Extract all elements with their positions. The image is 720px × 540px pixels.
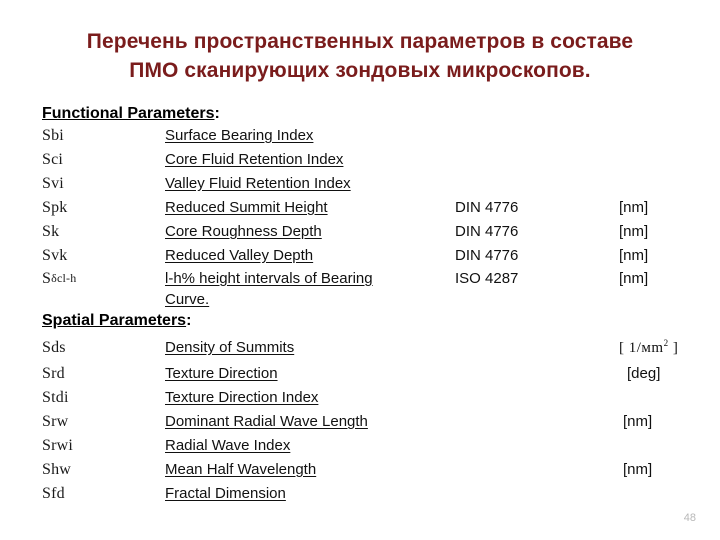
section-heading-functional-text: Functional Parameters	[42, 105, 215, 122]
parameter-symbol: Sfd	[42, 485, 65, 502]
page-number: 48	[683, 512, 696, 524]
table-row: Sk Core Roughness Depth DIN 4776 [nm]	[42, 220, 682, 244]
functional-rows: Sbi Surface Bearing Index Sci Core Fluid…	[42, 124, 682, 310]
parameter-description-text: Reduced Summit Height	[165, 199, 328, 216]
parameter-description-text: Surface Bearing Index	[165, 127, 314, 144]
parameter-description-text: Valley Fluid Retention Index	[165, 175, 351, 192]
parameter-symbol: Sds	[42, 339, 66, 356]
title-line-1: Перечень пространственных параметров в с…	[86, 30, 634, 53]
parameter-symbol: Srd	[42, 365, 65, 382]
parameter-symbol: Sδcl-h	[42, 268, 165, 289]
parameter-list: Functional Parameters: Sbi Surface Beari…	[42, 103, 682, 506]
table-row: Sds Density of Summits [ 1/мm2 ]	[42, 331, 682, 356]
parameter-description: Texture Direction	[165, 362, 455, 386]
parameter-description-text: Fractal Dimension	[165, 485, 286, 502]
parameter-description: Reduced Valley Depth	[165, 244, 455, 268]
parameter-description-text: Texture Direction Index	[165, 389, 319, 406]
parameter-description-text: Mean Half Wavelength	[165, 461, 317, 478]
parameter-unit: [nm]	[623, 461, 653, 478]
title-line-2: ПМО сканирующих зондовых микроскопов.	[129, 59, 591, 82]
parameter-description-text: Radial Wave Index	[165, 437, 291, 454]
table-row: Srd Texture Direction [deg]	[42, 362, 682, 386]
parameter-description: Core Roughness Depth	[165, 220, 455, 244]
spatial-rows: Sds Density of Summits [ 1/мm2 ] Srd Tex…	[42, 331, 682, 506]
parameter-description: Dominant Radial Wave Length	[165, 410, 455, 434]
parameter-symbol: Sci	[42, 151, 64, 168]
section-heading-spatial-text: Spatial Parameters	[42, 312, 187, 329]
parameter-symbol: Svk	[42, 247, 68, 264]
parameter-unit: [nm]	[619, 223, 649, 240]
parameter-symbol: Svi	[42, 175, 64, 192]
table-row: Srwi Radial Wave Index	[42, 434, 682, 458]
parameter-standard: ISO 4287	[455, 270, 519, 287]
parameter-symbol: Sk	[42, 223, 60, 240]
parameter-unit: [nm]	[619, 199, 649, 216]
parameter-description: Mean Half Wavelength	[165, 458, 455, 482]
parameter-description-text: Core Fluid Retention Index	[165, 151, 344, 168]
parameter-symbol: Spk	[42, 199, 68, 216]
table-row: Sfd Fractal Dimension	[42, 482, 682, 506]
parameter-description: Core Fluid Retention Index	[165, 148, 455, 172]
section-heading-spatial-colon: :	[186, 312, 192, 329]
parameter-description: Density of Summits	[165, 336, 455, 360]
parameter-description: l-h% height intervals of Bearing Curve.	[165, 268, 455, 310]
parameter-symbol: Srwi	[42, 437, 74, 454]
table-row: Sδcl-h l-h% height intervals of Bearing C…	[42, 268, 682, 310]
parameter-description: Surface Bearing Index	[165, 124, 455, 148]
parameter-standard: DIN 4776	[455, 247, 519, 264]
parameter-symbol: Srw	[42, 413, 69, 430]
parameter-unit: [nm]	[619, 247, 649, 264]
section-heading-functional: Functional Parameters:	[42, 103, 682, 124]
parameter-symbol-subscript: δcl-h	[51, 271, 77, 285]
parameter-unit: [ 1/мm2 ]	[619, 338, 679, 356]
section-heading-spatial: Spatial Parameters:	[42, 310, 682, 331]
parameter-description: Radial Wave Index	[165, 434, 455, 458]
parameter-symbol: Shw	[42, 461, 72, 478]
table-row: Stdi Texture Direction Index	[42, 386, 682, 410]
parameter-symbol-base: S	[42, 270, 52, 287]
table-row: Sci Core Fluid Retention Index	[42, 148, 682, 172]
parameter-description: Valley Fluid Retention Index	[165, 172, 455, 196]
table-row: Spk Reduced Summit Height DIN 4776 [nm]	[42, 196, 682, 220]
parameter-description-text: Reduced Valley Depth	[165, 247, 314, 264]
table-row: Svk Reduced Valley Depth DIN 4776 [nm]	[42, 244, 682, 268]
section-heading-functional-colon: :	[214, 105, 220, 122]
parameter-description-text: Core Roughness Depth	[165, 223, 322, 240]
parameter-description-text: Density of Summits	[165, 339, 295, 356]
parameter-description-text: Texture Direction	[165, 365, 278, 382]
parameter-unit: [deg]	[627, 365, 661, 382]
parameter-description: Texture Direction Index	[165, 386, 455, 410]
parameter-description-text: l-h% height intervals of Bearing	[165, 270, 373, 287]
parameter-description: Reduced Summit Height	[165, 196, 455, 220]
parameter-unit: [nm]	[619, 270, 649, 287]
page-title: Перечень пространственных параметров в с…	[40, 27, 680, 85]
slide-canvas: Перечень пространственных параметров в с…	[0, 0, 720, 540]
table-row: Svi Valley Fluid Retention Index	[42, 172, 682, 196]
parameter-description-text-line2: Curve.	[165, 291, 210, 308]
parameter-symbol: Sbi	[42, 127, 64, 144]
table-row: Sbi Surface Bearing Index	[42, 124, 682, 148]
parameter-symbol: Stdi	[42, 389, 69, 406]
parameter-description: Fractal Dimension	[165, 482, 455, 506]
parameter-standard: DIN 4776	[455, 199, 519, 216]
parameter-standard: DIN 4776	[455, 223, 519, 240]
table-row: Srw Dominant Radial Wave Length [nm]	[42, 410, 682, 434]
parameter-description-text: Dominant Radial Wave Length	[165, 413, 368, 430]
table-row: Shw Mean Half Wavelength [nm]	[42, 458, 682, 482]
parameter-unit: [nm]	[623, 413, 653, 430]
